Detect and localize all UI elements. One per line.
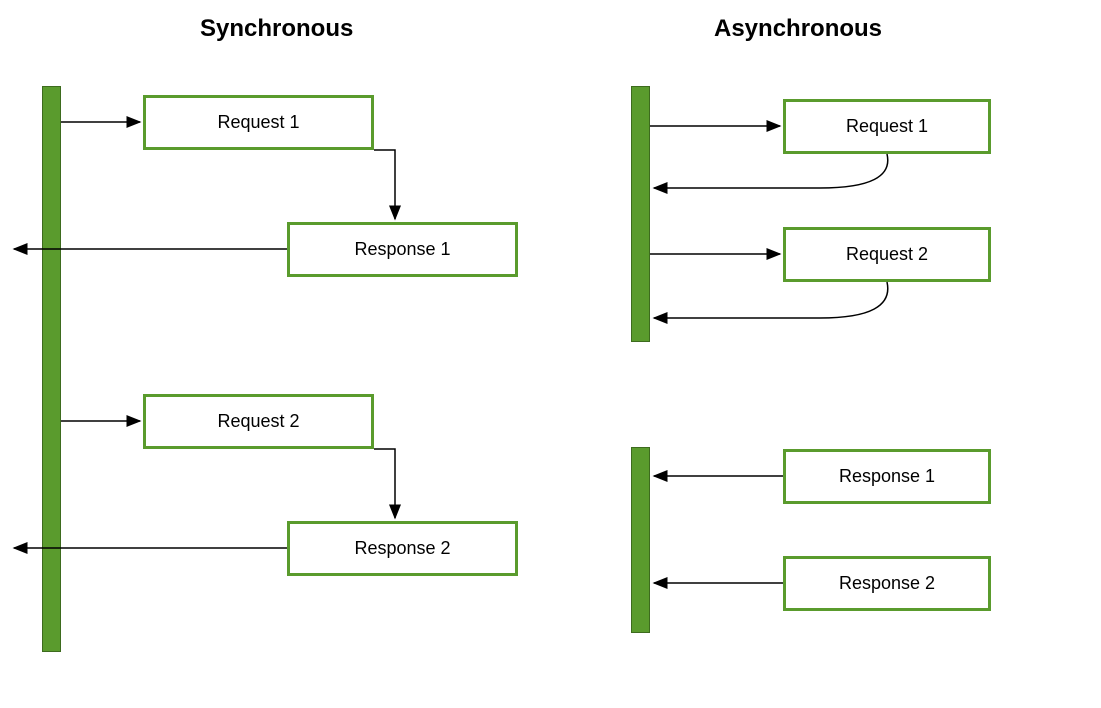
sync-request1-label: Request 1 (217, 112, 299, 133)
asynchronous-title: Asynchronous (714, 15, 882, 43)
async-response2-box: Response 2 (783, 556, 991, 611)
sync-timeline-bar (42, 86, 61, 652)
synchronous-title: Synchronous (200, 15, 353, 43)
sync-response2-box: Response 2 (287, 521, 518, 576)
sync-request2-box: Request 2 (143, 394, 374, 449)
sync-response1-label: Response 1 (354, 239, 450, 260)
async-timeline-bar-bottom (631, 447, 650, 633)
async-response1-label: Response 1 (839, 466, 935, 487)
async-request2-box: Request 2 (783, 227, 991, 282)
async-request1-label: Request 1 (846, 116, 928, 137)
async-response2-label: Response 2 (839, 573, 935, 594)
sync-response1-box: Response 1 (287, 222, 518, 277)
sync-request2-label: Request 2 (217, 411, 299, 432)
async-request1-box: Request 1 (783, 99, 991, 154)
sync-response2-label: Response 2 (354, 538, 450, 559)
sync-request1-box: Request 1 (143, 95, 374, 150)
async-response1-box: Response 1 (783, 449, 991, 504)
async-timeline-bar-top (631, 86, 650, 342)
async-request2-label: Request 2 (846, 244, 928, 265)
